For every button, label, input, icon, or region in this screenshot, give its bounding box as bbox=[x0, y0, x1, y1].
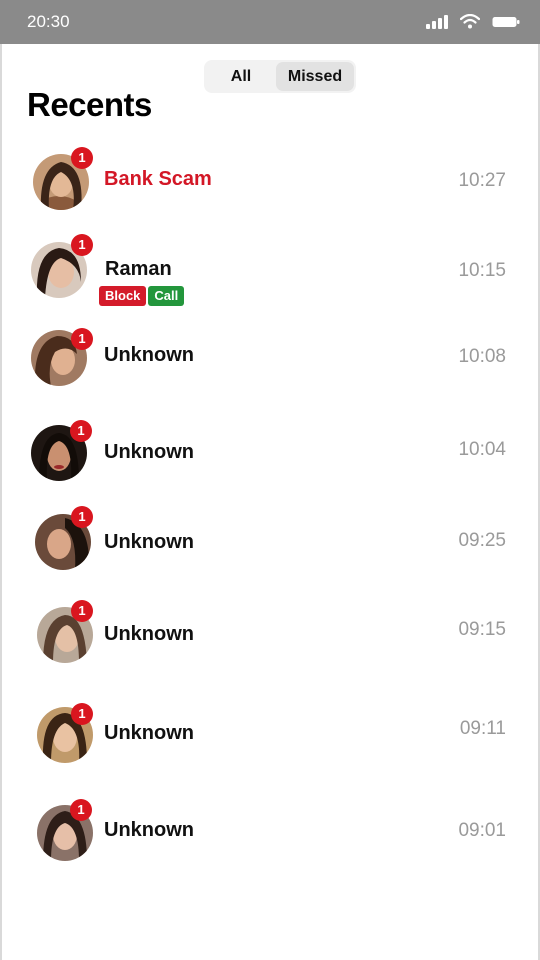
missed-count-badge: 1 bbox=[71, 703, 93, 725]
battery-icon bbox=[492, 15, 520, 29]
caller-name: Unknown bbox=[104, 344, 194, 366]
caller-name: Unknown bbox=[104, 623, 194, 645]
page-title: Recents bbox=[27, 86, 152, 123]
caller-name: Unknown bbox=[104, 531, 194, 553]
filter-missed-tab[interactable]: Missed bbox=[276, 62, 354, 91]
call-button[interactable]: Call bbox=[148, 286, 185, 306]
status-bar: 20:30 bbox=[0, 0, 540, 44]
call-row[interactable]: 1 Raman 10:15 Block Call bbox=[0, 234, 540, 306]
status-time: 20:30 bbox=[27, 12, 70, 31]
call-time: 10:04 bbox=[458, 439, 506, 460]
missed-count-badge: 1 bbox=[71, 147, 93, 169]
call-time: 09:11 bbox=[459, 718, 506, 739]
missed-count-badge: 1 bbox=[70, 420, 92, 442]
signal-icon bbox=[426, 14, 448, 29]
status-icons bbox=[426, 14, 520, 29]
call-time: 09:01 bbox=[458, 820, 506, 841]
missed-count-badge: 1 bbox=[71, 506, 93, 528]
missed-count-badge: 1 bbox=[71, 600, 93, 622]
filter-all-tab[interactable]: All bbox=[208, 62, 274, 91]
wifi-icon bbox=[460, 14, 480, 29]
missed-count-badge: 1 bbox=[70, 799, 92, 821]
caller-name: Bank Scam bbox=[104, 168, 212, 190]
missed-count-badge: 1 bbox=[71, 328, 93, 350]
call-time: 09:15 bbox=[458, 619, 506, 640]
call-row[interactable]: 1 Unknown 09:25 bbox=[0, 506, 540, 576]
caller-name: Unknown bbox=[104, 441, 194, 463]
call-row[interactable]: 1 Bank Scam 10:27 bbox=[0, 146, 540, 216]
caller-name: Raman bbox=[105, 258, 172, 280]
call-row[interactable]: 1 Unknown 09:11 bbox=[0, 698, 540, 768]
call-row[interactable]: 1 Unknown 10:08 bbox=[0, 322, 540, 392]
caller-name: Unknown bbox=[104, 819, 194, 841]
call-time: 10:08 bbox=[458, 346, 506, 367]
call-time: 10:15 bbox=[458, 260, 506, 281]
call-row[interactable]: 1 Unknown 09:01 bbox=[0, 797, 540, 867]
block-button[interactable]: Block bbox=[99, 286, 147, 306]
call-row[interactable]: 1 Unknown 10:04 bbox=[0, 418, 540, 488]
missed-count-badge: 1 bbox=[71, 234, 93, 256]
call-time: 09:25 bbox=[458, 530, 506, 551]
call-filter-segmented-control: All Missed bbox=[204, 60, 356, 93]
call-row[interactable]: 1 Unknown 09:15 bbox=[0, 599, 540, 669]
caller-name: Unknown bbox=[104, 722, 194, 744]
caller-actions: Block Call bbox=[99, 286, 185, 306]
call-time: 10:27 bbox=[458, 170, 506, 191]
